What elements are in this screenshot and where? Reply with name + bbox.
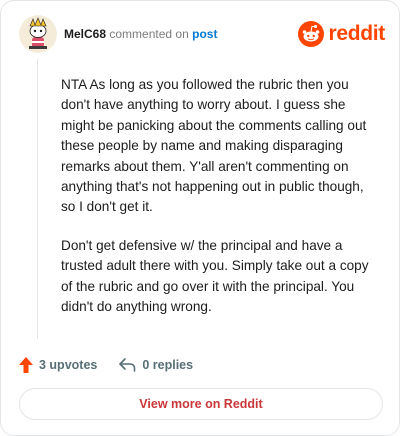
commented-on-text: commented on [109, 27, 189, 41]
embedded-comment-card: MelC68 commented on post reddit NTA As l… [0, 0, 400, 436]
comment-paragraph: Don't get defensive w/ the principal and… [61, 237, 369, 315]
reply-arrow-icon [119, 358, 136, 372]
upvotes-count: 3 upvotes [39, 358, 98, 372]
post-link[interactable]: post [192, 27, 217, 41]
snoo-avatar-icon[interactable] [19, 15, 57, 53]
view-more-button[interactable]: View more on Reddit [19, 388, 383, 420]
upvotes-button[interactable]: 3 upvotes [19, 357, 97, 373]
comment-actions: 3 upvotes 0 replies [19, 355, 215, 375]
thread-line [37, 59, 38, 339]
comment-paragraph: NTA As long as you followed the rubric t… [61, 77, 367, 215]
username[interactable]: MelC68 [64, 27, 106, 41]
upvote-arrow-icon [19, 357, 33, 373]
replies-count: 0 replies [142, 358, 194, 372]
reddit-logo[interactable]: reddit [298, 21, 385, 47]
reddit-wordmark: reddit [328, 22, 385, 45]
comment-meta: MelC68 commented on post [64, 27, 217, 41]
replies-button[interactable]: 0 replies [119, 358, 193, 372]
reddit-snoo-icon [298, 21, 325, 47]
comment-header: MelC68 commented on post reddit [19, 15, 385, 55]
comment-body: NTA As long as you followed the rubric t… [61, 75, 381, 335]
